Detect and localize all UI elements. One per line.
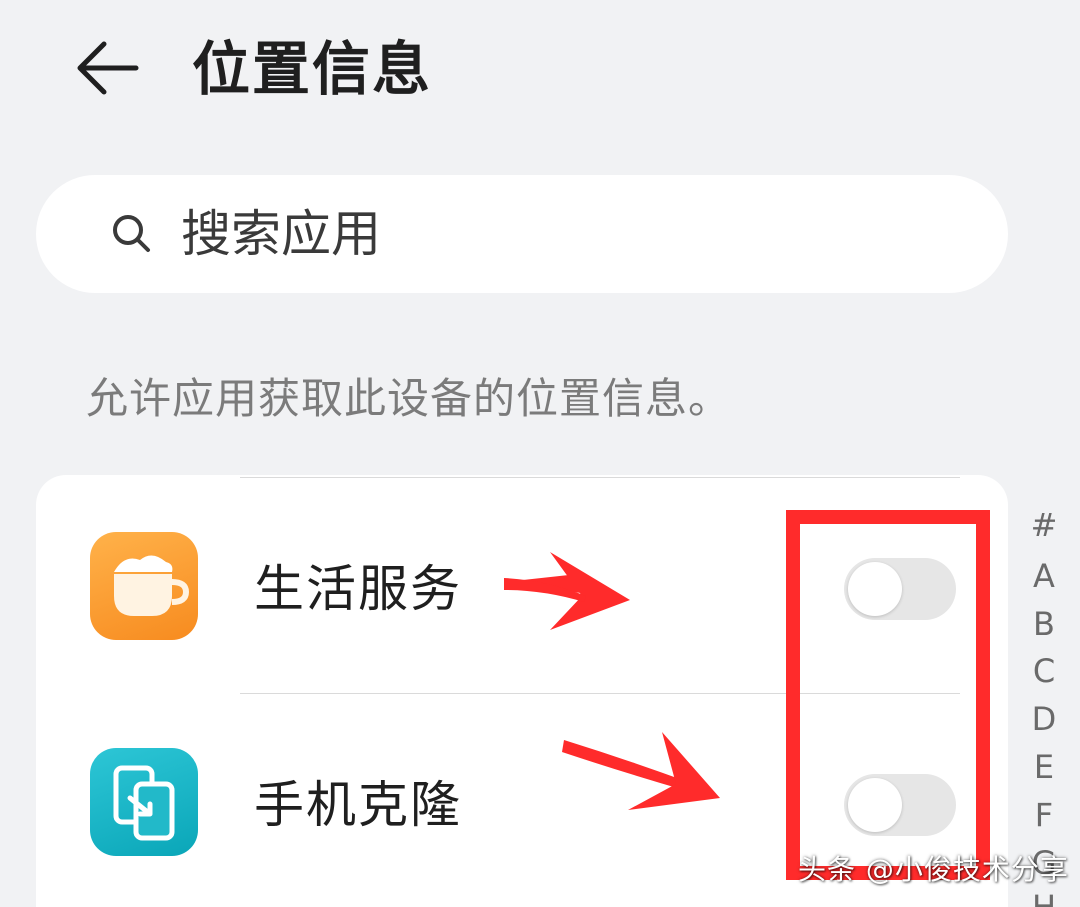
page-title: 位置信息 [192, 35, 433, 103]
phone-clone-icon [90, 748, 198, 856]
cup-icon [90, 532, 198, 640]
watermark: 头条 @小俊技术分享 [798, 853, 1069, 886]
toggle-knob [848, 778, 902, 832]
location-toggle[interactable] [844, 558, 956, 620]
app-name: 生活服务 [254, 560, 462, 618]
alphabet-index[interactable]: # A B C D E F G H [1022, 505, 1066, 907]
location-toggle[interactable] [844, 774, 956, 836]
search-icon [113, 215, 150, 252]
back-arrow-icon [77, 41, 139, 95]
index-letter[interactable]: C [1022, 651, 1066, 691]
index-letter[interactable]: A [1022, 556, 1066, 596]
index-letter[interactable]: H [1022, 887, 1066, 907]
index-letter[interactable]: B [1022, 604, 1066, 644]
index-letter[interactable]: # [1022, 505, 1066, 545]
list-item[interactable]: 生活服务 [36, 478, 1008, 694]
section-description: 允许应用获取此设备的位置信息。 [86, 374, 732, 423]
location-settings-screen: 位置信息 搜索应用 允许应用获取此设备的位置信息。 生活服务 手机克隆 # A … [0, 0, 1080, 907]
search-placeholder: 搜索应用 [181, 205, 381, 263]
index-letter[interactable]: E [1022, 747, 1066, 787]
search-input[interactable]: 搜索应用 [36, 175, 1008, 293]
toggle-knob [848, 562, 902, 616]
back-button[interactable] [72, 36, 144, 100]
index-letter[interactable]: F [1022, 795, 1066, 835]
app-name: 手机克隆 [254, 776, 462, 834]
index-letter[interactable]: D [1022, 699, 1066, 739]
